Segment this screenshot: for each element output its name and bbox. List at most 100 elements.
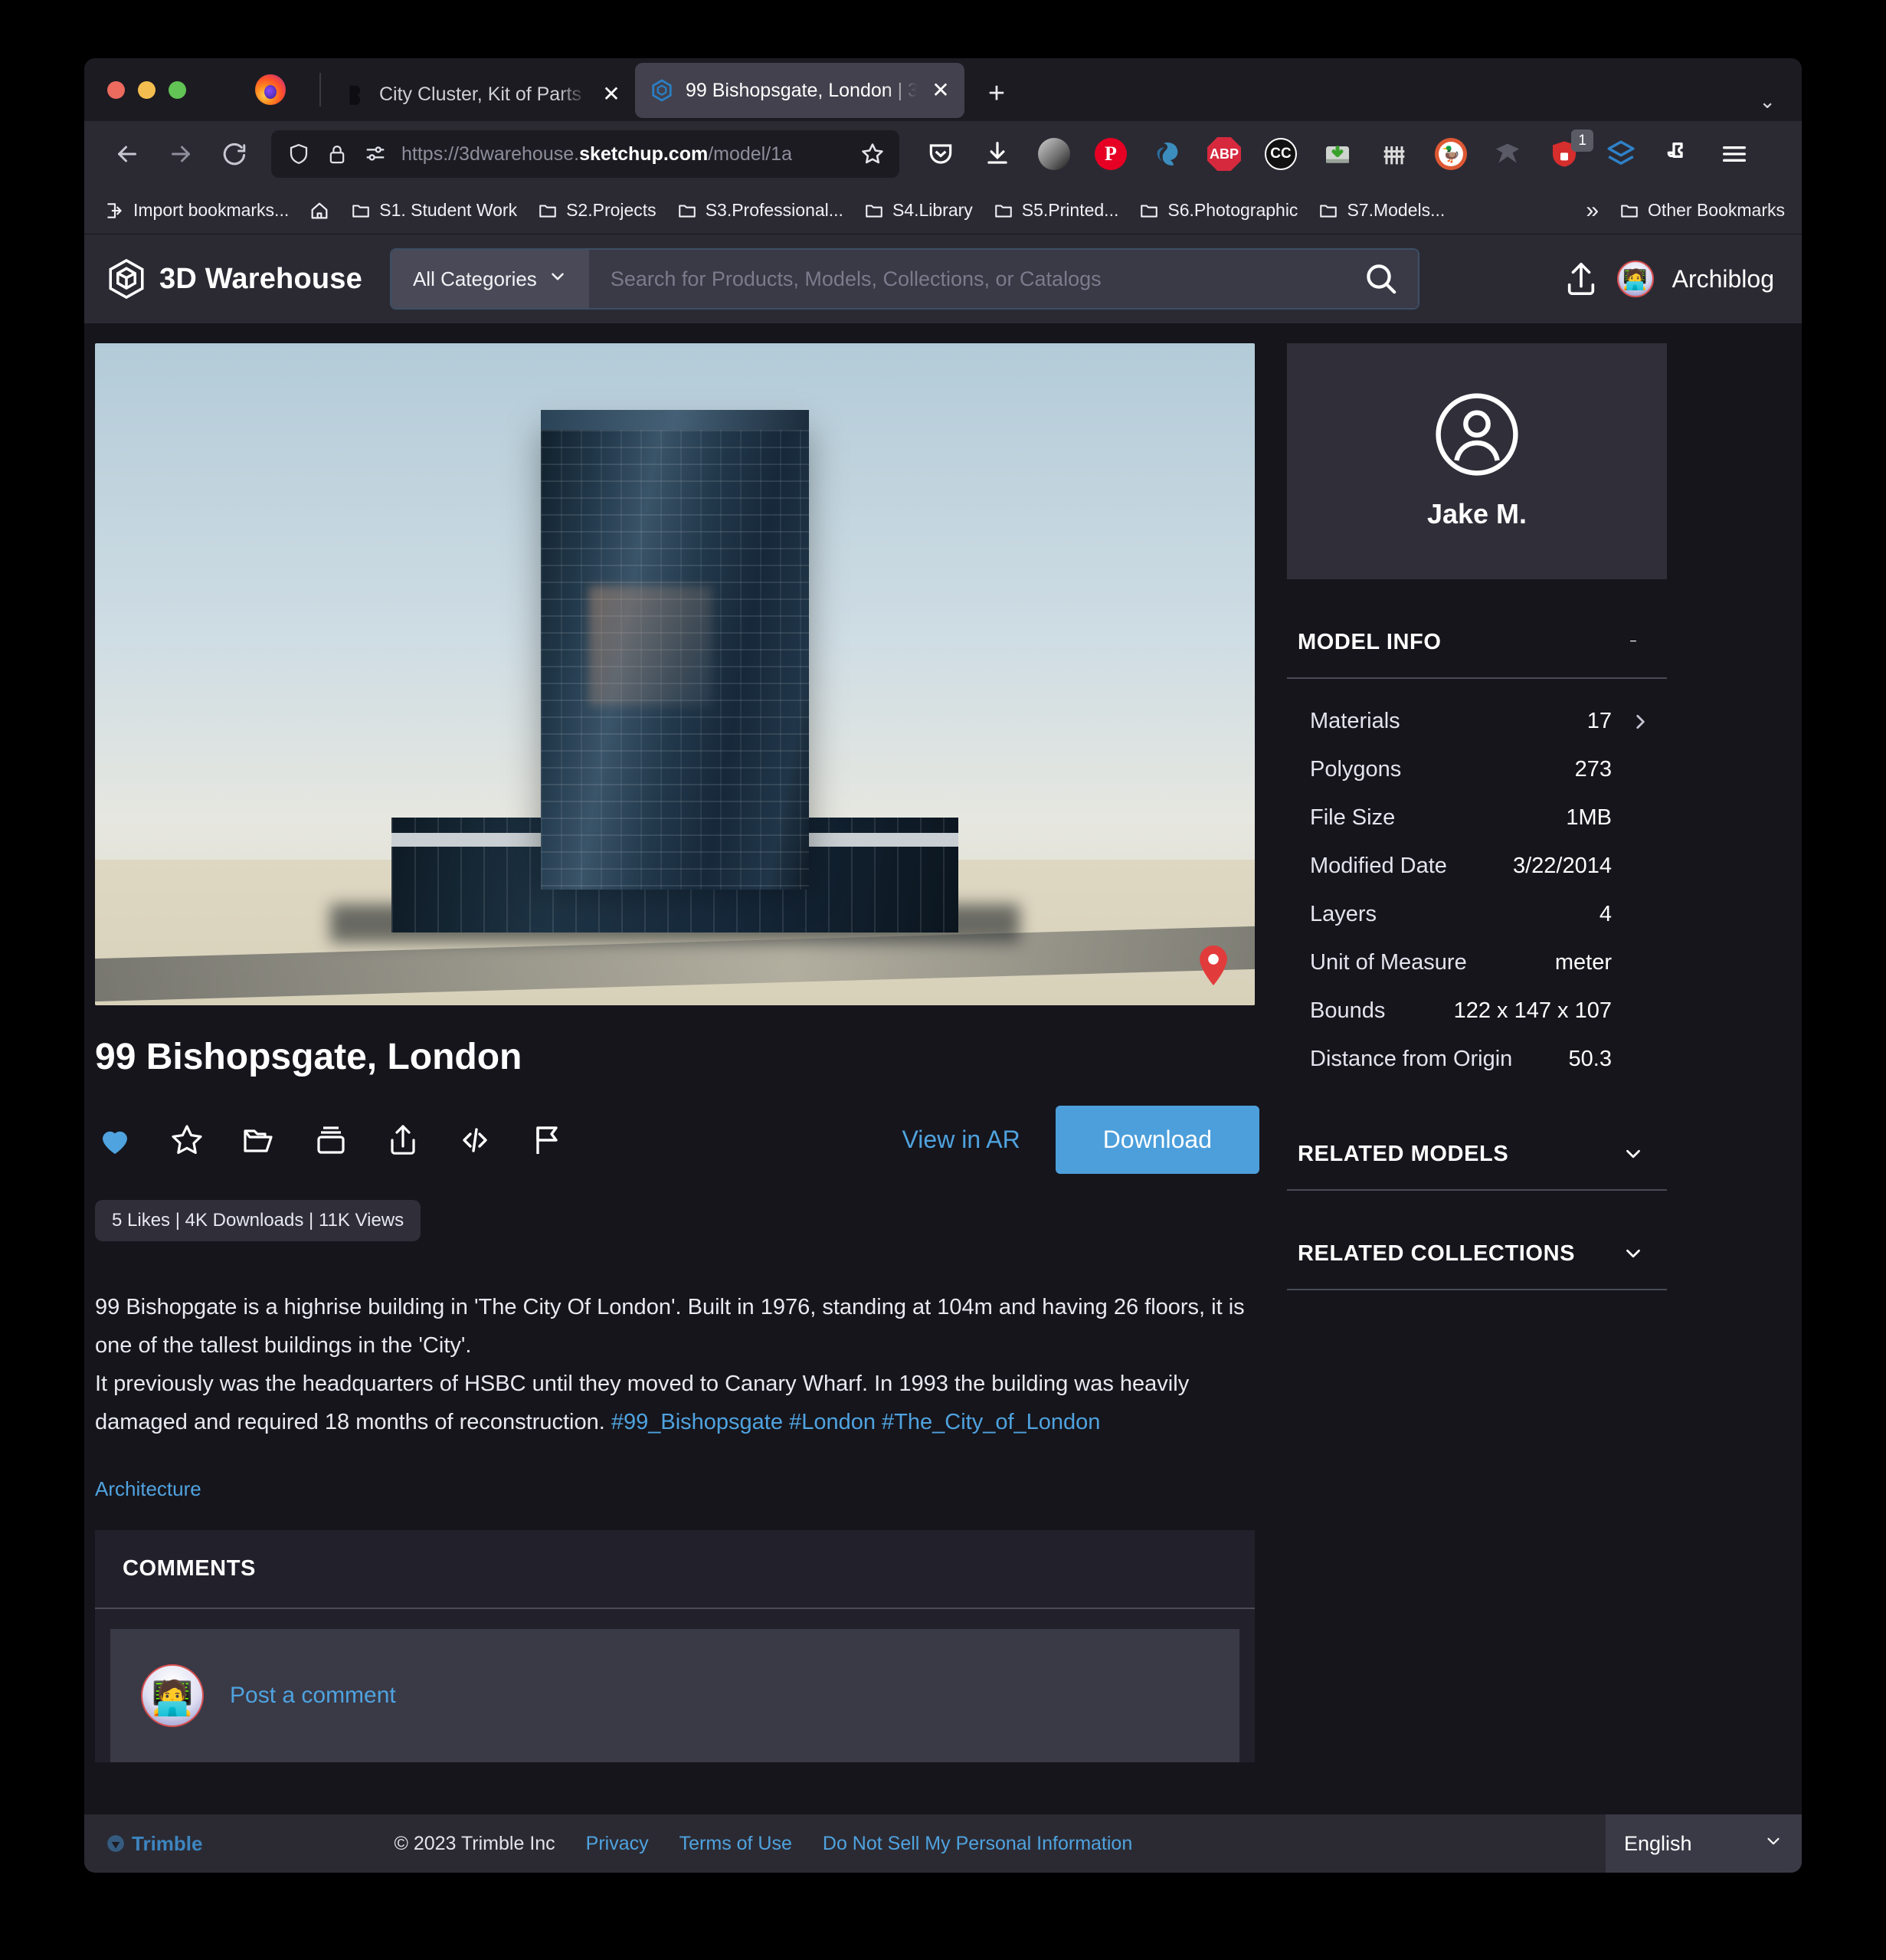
maximize-window-button[interactable] [169, 80, 186, 99]
chevron-down-icon[interactable] [1619, 1240, 1647, 1267]
model-cta-group: View in AR Download [902, 1106, 1259, 1174]
bookmarks-overflow-button[interactable]: » [1586, 198, 1599, 224]
category-link[interactable]: Architecture [95, 1477, 201, 1501]
bookmark-label: S7.Models... [1347, 200, 1446, 220]
address-bar[interactable]: https://3dwarehouse.sketchup.com/model/1… [271, 130, 899, 178]
downloads-icon[interactable] [981, 137, 1014, 171]
bookmark-s2[interactable]: S2.Projects [537, 200, 656, 221]
shield-icon[interactable] [287, 142, 311, 166]
search-bar: All Categories Search for Products, Mode… [391, 250, 1418, 308]
search-input[interactable]: Search for Products, Models, Collections… [588, 250, 1418, 308]
duckduckgo-icon[interactable]: 🦆 [1434, 137, 1468, 171]
copyright-text: © 2023 Trimble Inc [394, 1832, 555, 1854]
share-icon[interactable] [383, 1120, 423, 1160]
tag-link-1[interactable]: #99_Bishopsgate [611, 1410, 783, 1434]
permissions-icon[interactable] [363, 142, 388, 166]
view-in-ar-link[interactable]: View in AR [902, 1126, 1020, 1154]
bookmark-import[interactable]: Import bookmarks... [104, 200, 289, 221]
favorite-star-icon[interactable] [167, 1120, 207, 1160]
geo-location-pin-icon[interactable] [1198, 946, 1229, 985]
privacy-link[interactable]: Privacy [586, 1833, 649, 1855]
forward-icon[interactable] [158, 131, 204, 177]
panel-related-collections-header[interactable]: RELATED COLLECTIONS [1287, 1218, 1667, 1290]
bookmark-home[interactable] [309, 200, 330, 221]
bookmark-s4[interactable]: S4.Library [863, 200, 973, 221]
folder-icon [676, 200, 698, 221]
layers-icon[interactable] [1604, 137, 1638, 171]
tag-link-2[interactable]: #London [789, 1410, 876, 1434]
comment-compose-box[interactable]: 🧑‍💻 Post a comment [110, 1628, 1239, 1762]
report-flag-icon[interactable] [527, 1120, 567, 1160]
embed-code-icon[interactable] [455, 1120, 495, 1160]
app-menu-icon[interactable] [1717, 137, 1751, 171]
model-viewer[interactable] [95, 343, 1255, 1005]
chevron-down-icon[interactable] [1619, 1140, 1647, 1168]
category-dropdown[interactable]: All Categories [391, 250, 589, 308]
do-not-sell-link[interactable]: Do Not Sell My Personal Information [823, 1833, 1132, 1855]
browser-tab-1[interactable]: City Cluster, Kit of Parts - Design ✕ [329, 67, 635, 121]
zotero-icon[interactable] [1151, 137, 1184, 171]
bookmark-s7[interactable]: S7.Models... [1318, 200, 1445, 221]
creative-commons-icon[interactable]: CC [1264, 137, 1298, 171]
close-tab-icon[interactable]: ✕ [929, 79, 952, 102]
download-button[interactable]: Download [1055, 1106, 1259, 1174]
site-brand[interactable]: 3D Warehouse [107, 258, 362, 300]
panel-related-models: RELATED MODELS [1287, 1119, 1667, 1191]
terms-of-use-link[interactable]: Terms of Use [679, 1833, 792, 1855]
add-to-folder-icon[interactable] [239, 1120, 279, 1160]
close-tab-icon[interactable]: ✕ [600, 83, 623, 106]
bookmark-label: S5.Printed... [1021, 200, 1119, 220]
fence-icon[interactable] [1377, 137, 1411, 171]
download-manager-icon[interactable] [1321, 137, 1354, 171]
model-info-row[interactable]: Materials 17 [1298, 697, 1659, 746]
tab-strip: City Cluster, Kit of Parts - Design ✕ 99… [84, 58, 1802, 121]
bookmark-star-icon[interactable] [860, 141, 886, 167]
warehouse-logo-icon [107, 258, 146, 300]
pocket-icon[interactable] [924, 137, 958, 171]
panel-related-models-header[interactable]: RELATED MODELS [1287, 1119, 1667, 1191]
like-heart-icon[interactable] [95, 1120, 135, 1160]
avatar[interactable]: 🧑‍💻 [1616, 261, 1654, 297]
upload-icon[interactable] [1563, 259, 1599, 299]
minimize-window-button[interactable] [138, 80, 156, 99]
model-info-row: Layers 4 [1298, 890, 1659, 939]
bookmark-s1[interactable]: S1. Student Work [350, 200, 517, 221]
window-controls [84, 58, 303, 121]
bookmark-s5[interactable]: S5.Printed... [993, 200, 1119, 221]
collapse-minus-icon[interactable]: − [1619, 628, 1647, 656]
collections-icon[interactable] [311, 1120, 351, 1160]
model-action-icons [95, 1120, 567, 1160]
browser-tab-2[interactable]: 99 Bishopsgate, London | 3D Wa ✕ [635, 63, 964, 118]
privacy-shield-icon[interactable]: 1 [1547, 129, 1593, 171]
chevron-right-icon[interactable] [1627, 712, 1653, 732]
account-avatar-icon[interactable] [1037, 137, 1071, 171]
search-icon[interactable] [1363, 261, 1400, 297]
other-bookmarks-folder[interactable]: Other Bookmarks [1619, 200, 1785, 221]
extensions-puzzle-icon[interactable] [1661, 137, 1694, 171]
comments-header: COMMENTS [95, 1530, 1255, 1609]
tab-title: 99 Bishopsgate, London | 3D Wa [686, 79, 917, 101]
model-owner-card[interactable]: Jake M. [1287, 343, 1667, 579]
tag-link-3[interactable]: #The_City_of_London [882, 1410, 1100, 1434]
close-window-button[interactable] [107, 80, 125, 99]
info-value: 3/22/2014 [1512, 854, 1612, 878]
pinterest-icon[interactable]: P [1094, 137, 1128, 171]
language-select[interactable]: English [1606, 1814, 1802, 1873]
avatar-figure-icon: 🧑‍💻 [151, 1679, 194, 1717]
username-label[interactable]: Archiblog [1672, 265, 1774, 293]
back-icon[interactable] [104, 131, 150, 177]
new-tab-button[interactable]: + [975, 72, 1018, 115]
lock-icon[interactable] [325, 142, 349, 166]
avatar-figure-icon: 🧑‍💻 [1622, 267, 1648, 291]
adblock-plus-icon[interactable]: ABP [1207, 137, 1241, 171]
reload-icon[interactable] [211, 131, 257, 177]
list-all-tabs-button[interactable]: ⌄ [1759, 90, 1791, 113]
bookmark-s6[interactable]: S6.Photographic [1138, 200, 1298, 221]
info-label: Bounds [1310, 998, 1386, 1023]
post-comment-placeholder[interactable]: Post a comment [230, 1683, 396, 1709]
panel-model-info-header[interactable]: MODEL INFO − [1287, 607, 1667, 679]
firefox-logo-icon [255, 74, 286, 105]
bookmark-s3[interactable]: S3.Professional... [676, 200, 843, 221]
comment-avatar: 🧑‍💻 [141, 1663, 204, 1727]
origami-crane-icon[interactable] [1491, 137, 1524, 171]
